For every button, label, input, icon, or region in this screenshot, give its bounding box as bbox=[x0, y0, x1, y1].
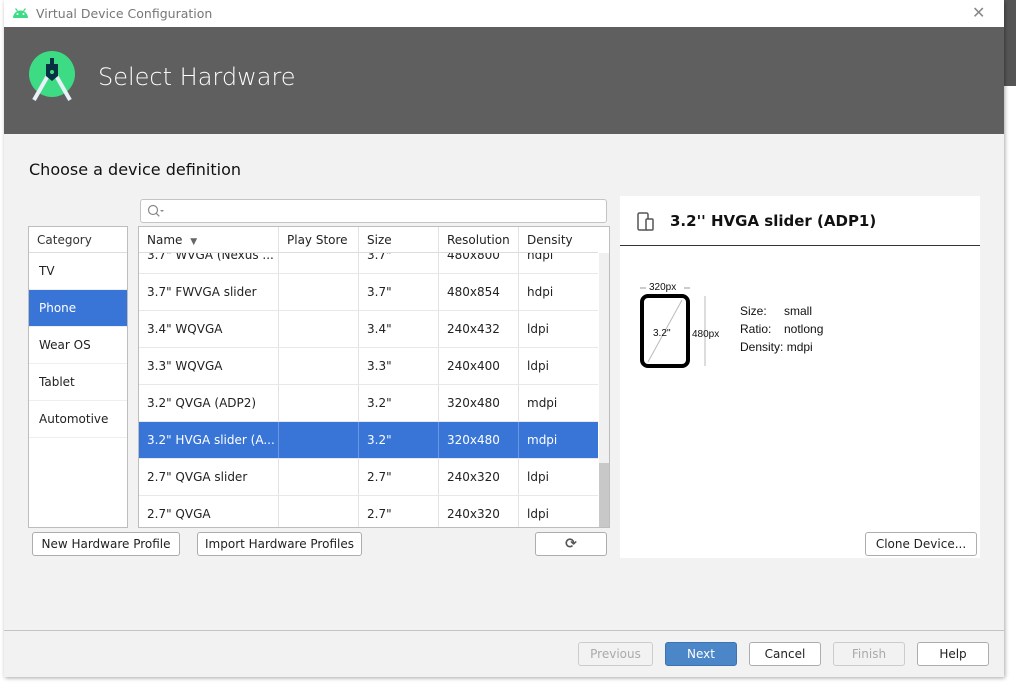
cell-device-name: 3.2" HVGA slider (A... bbox=[139, 422, 279, 458]
table-row[interactable]: 3.2" HVGA slider (A... 3.2" 320x480 mdpi bbox=[139, 422, 598, 459]
table-row[interactable]: 3.4" WQVGA 3.4" 240x432 ldpi bbox=[139, 311, 598, 348]
category-header: Category bbox=[29, 227, 127, 253]
spec-ratio-value: notlong bbox=[784, 322, 824, 336]
column-density[interactable]: Density bbox=[519, 227, 598, 252]
table-row[interactable]: 3.7" FWVGA slider 3.7" 480x854 hdpi bbox=[139, 274, 598, 311]
height-label: 480px bbox=[692, 329, 720, 340]
cell-size: 3.2" bbox=[359, 422, 439, 458]
refresh-icon: ⟳ bbox=[565, 536, 577, 552]
cell-size: 3.4" bbox=[359, 311, 439, 347]
help-button[interactable]: Help bbox=[917, 642, 989, 666]
category-tv[interactable]: TV bbox=[29, 253, 127, 290]
previous-button[interactable]: Previous bbox=[578, 642, 653, 666]
spec-size-value: small bbox=[784, 304, 813, 318]
cell-resolution: 240x320 bbox=[439, 459, 519, 495]
cell-play-store bbox=[279, 496, 359, 527]
category-list: Category TV Phone Wear OS Tablet Automot… bbox=[28, 226, 128, 528]
spec-ratio-key: Ratio: bbox=[740, 322, 772, 336]
sort-desc-icon: ▼ bbox=[190, 237, 198, 247]
search-icon bbox=[147, 204, 164, 217]
table-row[interactable]: 3.3" WQVGA 3.3" 240x400 ldpi bbox=[139, 348, 598, 385]
title-bar: Virtual Device Configuration ✕ bbox=[4, 0, 1004, 27]
cell-resolution: 240x320 bbox=[439, 496, 519, 527]
column-name-label: Name bbox=[147, 233, 183, 247]
table-row[interactable]: 2.7" QVGA 2.7" 240x320 ldpi bbox=[139, 496, 598, 527]
cell-density: ldpi bbox=[527, 322, 549, 336]
android-icon bbox=[13, 8, 28, 18]
column-resolution[interactable]: Resolution bbox=[439, 227, 519, 252]
category-tablet[interactable]: Tablet bbox=[29, 364, 127, 401]
background-window bbox=[1004, 0, 1016, 86]
diagonal-label: 3.2'' bbox=[653, 328, 671, 339]
clone-device-button[interactable]: Clone Device... bbox=[865, 532, 977, 556]
window-title: Virtual Device Configuration bbox=[36, 6, 213, 21]
cell-device-name: 2.7" QVGA bbox=[139, 496, 279, 527]
spec-density-key: Density: bbox=[740, 340, 784, 354]
cell-play-store bbox=[279, 385, 359, 421]
divider bbox=[620, 245, 980, 246]
column-play-store[interactable]: Play Store bbox=[279, 227, 359, 252]
footer-divider bbox=[4, 630, 1004, 631]
cell-resolution: 240x432 bbox=[439, 311, 519, 347]
cell-play-store bbox=[279, 274, 359, 310]
device-icon bbox=[637, 212, 654, 231]
page-title: Select Hardware bbox=[98, 63, 296, 91]
cell-device-name: 3.7" FWVGA slider bbox=[139, 274, 279, 310]
spec-size-key: Size: bbox=[740, 304, 767, 318]
import-hardware-profiles-button[interactable]: Import Hardware Profiles bbox=[197, 532, 362, 556]
cell-device-name: 3.2" QVGA (ADP2) bbox=[139, 385, 279, 421]
cell-device-name: 2.7" QVGA slider bbox=[139, 459, 279, 495]
category-automotive[interactable]: Automotive bbox=[29, 401, 127, 438]
section-title: Choose a device definition bbox=[29, 160, 241, 179]
cell-density: mdpi bbox=[527, 433, 558, 447]
cell-play-store bbox=[279, 348, 359, 384]
search-input[interactable] bbox=[140, 199, 607, 223]
android-studio-logo bbox=[29, 51, 75, 101]
column-name[interactable]: Name ▼ bbox=[139, 227, 279, 252]
spec-density-value: mdpi bbox=[786, 340, 813, 354]
device-title: 3.2'' HVGA slider (ADP1) bbox=[670, 212, 877, 230]
cell-device-name: 3.3" WQVGA bbox=[139, 348, 279, 384]
wizard-header: Select Hardware bbox=[4, 27, 1004, 134]
width-label: 320px bbox=[649, 282, 677, 293]
scrollbar-thumb[interactable] bbox=[599, 463, 609, 527]
column-size[interactable]: Size bbox=[359, 227, 439, 252]
cell-play-store bbox=[279, 459, 359, 495]
category-phone[interactable]: Phone bbox=[29, 290, 127, 327]
new-hardware-profile-button[interactable]: New Hardware Profile bbox=[32, 532, 180, 556]
cell-density: ldpi bbox=[527, 359, 549, 373]
device-preview bbox=[640, 287, 706, 368]
cell-size: 2.7" bbox=[359, 459, 439, 495]
next-button[interactable]: Next bbox=[665, 642, 737, 666]
device-specs: Size: small Ratio: notlong Density: mdpi bbox=[740, 302, 823, 356]
device-detail-panel: 3.2'' HVGA slider (ADP1) 320px 3.2'' 480… bbox=[620, 196, 980, 558]
cell-size: 3.7" bbox=[359, 274, 439, 310]
cell-resolution: 320x480 bbox=[439, 385, 519, 421]
category-wear-os[interactable]: Wear OS bbox=[29, 327, 127, 364]
cell-resolution: 480x854 bbox=[439, 274, 519, 310]
close-icon[interactable]: ✕ bbox=[972, 3, 985, 22]
finish-button[interactable]: Finish bbox=[833, 642, 905, 666]
cell-resolution: 320x480 bbox=[439, 422, 519, 458]
cell-play-store bbox=[279, 422, 359, 458]
cell-resolution: 240x400 bbox=[439, 348, 519, 384]
cell-size: 3.2" bbox=[359, 385, 439, 421]
device-table: 3.7" WVGA (Nexus ... 3.7" 480x800 hdpi 3.7" … bbox=[138, 226, 610, 528]
table-row[interactable]: 3.2" QVGA (ADP2) 3.2" 320x480 mdpi bbox=[139, 385, 598, 422]
cell-density: hdpi bbox=[527, 285, 554, 299]
refresh-button[interactable]: ⟳ bbox=[535, 532, 607, 556]
cell-device-name: 3.4" WQVGA bbox=[139, 311, 279, 347]
table-row[interactable]: 2.7" QVGA slider 2.7" 240x320 ldpi bbox=[139, 459, 598, 496]
cell-size: 3.3" bbox=[359, 348, 439, 384]
cell-density: ldpi bbox=[527, 507, 549, 521]
cell-density: ldpi bbox=[527, 470, 549, 484]
cell-size: 2.7" bbox=[359, 496, 439, 527]
cancel-button[interactable]: Cancel bbox=[749, 642, 821, 666]
cell-play-store bbox=[279, 311, 359, 347]
virtual-device-dialog: Virtual Device Configuration ✕ Select Ha… bbox=[4, 0, 1004, 677]
table-header: Name ▼ Play Store Size Resolution Densit… bbox=[139, 227, 598, 253]
cell-density: mdpi bbox=[527, 396, 558, 410]
table-scrollbar[interactable] bbox=[599, 253, 609, 527]
